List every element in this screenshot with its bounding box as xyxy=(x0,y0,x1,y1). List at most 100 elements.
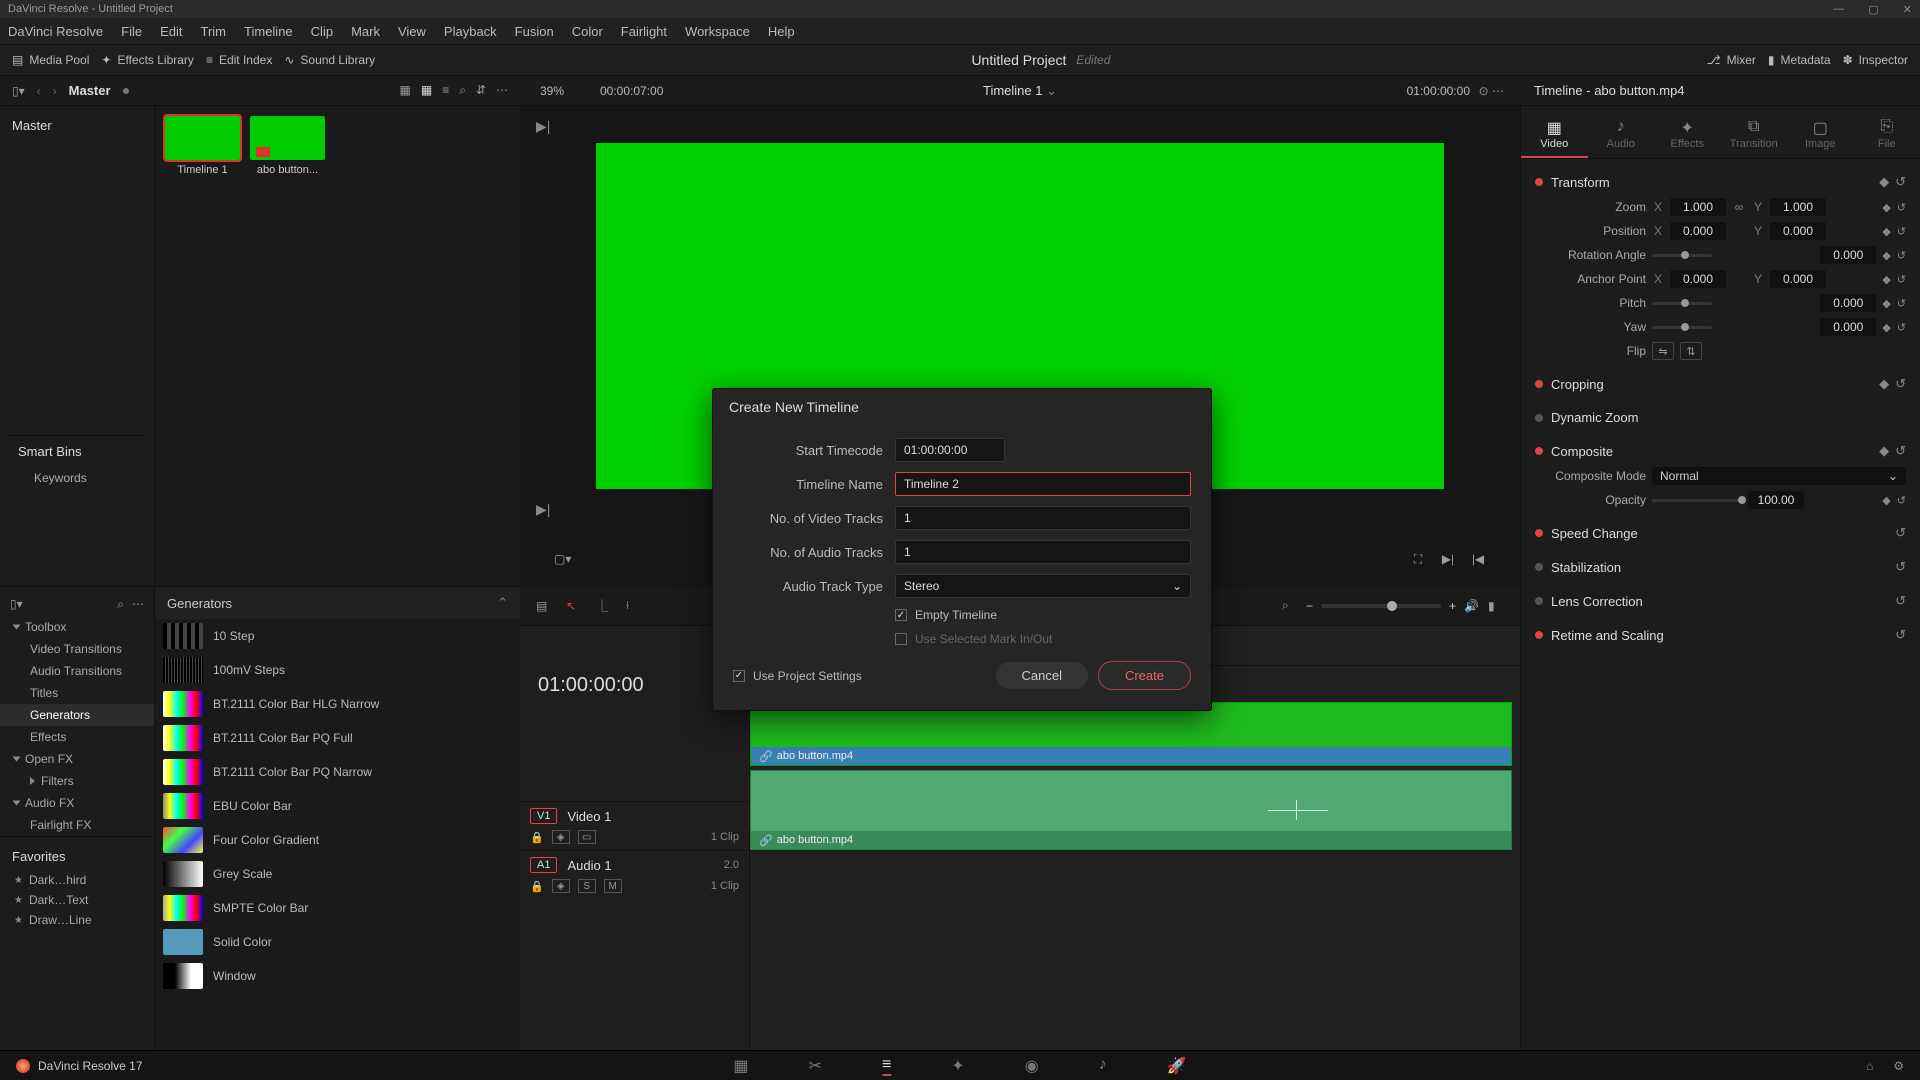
opacity-slider[interactable] xyxy=(1652,499,1742,502)
thumb-list-icon[interactable]: ≡ xyxy=(442,83,449,98)
collapse-icon[interactable]: ⌃ xyxy=(497,595,508,611)
generator-item[interactable]: 10 Step xyxy=(155,619,520,653)
clip-timeline-1[interactable]: Timeline 1 xyxy=(165,116,240,176)
tab-video[interactable]: ▦Video xyxy=(1521,112,1588,158)
anchor-x-input[interactable]: 0.000 xyxy=(1670,270,1726,288)
edit-index-button[interactable]: ≡Edit Index xyxy=(206,53,272,67)
cropping-header[interactable]: Cropping xyxy=(1551,377,1604,392)
stabilization-header[interactable]: Stabilization xyxy=(1551,560,1621,575)
clip-abo-button[interactable]: abo button... xyxy=(250,116,325,176)
transform-header[interactable]: Transform xyxy=(1551,175,1610,190)
prev-edit-button[interactable]: ▶| xyxy=(1440,552,1456,566)
fav-item[interactable]: ★Draw…Line xyxy=(0,910,154,930)
lock-icon[interactable]: 🔒 xyxy=(530,880,544,893)
pos-y-input[interactable]: 0.000 xyxy=(1770,222,1826,240)
lens-header[interactable]: Lens Correction xyxy=(1551,594,1643,609)
menu-help[interactable]: Help xyxy=(768,24,795,39)
rotation-input[interactable]: 0.000 xyxy=(1820,246,1876,264)
page-deliver[interactable]: 🚀 xyxy=(1167,1056,1187,1076)
bin-view-button[interactable]: ▯▾ xyxy=(12,84,25,98)
video-track-header[interactable]: V1Video 1 🔒◈▭1 Clip xyxy=(520,801,749,850)
first-frame-button[interactable]: ▶| xyxy=(536,118,1504,135)
audio-transitions[interactable]: Audio Transitions xyxy=(0,660,154,682)
auto-select-icon[interactable]: ◈ xyxy=(552,879,570,893)
composite-mode-select[interactable]: Normal⌄ xyxy=(1652,467,1906,485)
pos-x-input[interactable]: 0.000 xyxy=(1670,222,1726,240)
audio-tracks-input[interactable]: 1 xyxy=(895,540,1191,564)
bin-master[interactable]: Master xyxy=(8,116,146,135)
close-button[interactable]: ✕ xyxy=(1903,3,1912,16)
zoom-slider[interactable] xyxy=(1321,604,1441,608)
timeline-name[interactable]: Timeline 1 ⌄ xyxy=(983,83,1057,99)
thumb-grid-icon[interactable]: ▦ xyxy=(421,83,432,98)
menu-workspace[interactable]: Workspace xyxy=(685,24,750,39)
auto-select-icon[interactable]: ◈ xyxy=(552,830,570,844)
timeline-name-input[interactable]: Timeline 2 xyxy=(895,472,1191,496)
generator-item[interactable]: Window xyxy=(155,959,520,993)
speed-header[interactable]: Speed Change xyxy=(1551,526,1638,541)
mixer-button[interactable]: ⎇Mixer xyxy=(1707,53,1756,67)
dynamic-zoom-header[interactable]: Dynamic Zoom xyxy=(1551,410,1638,425)
settings-button[interactable]: ⚙ xyxy=(1893,1059,1904,1073)
page-color[interactable]: ◉ xyxy=(1025,1056,1039,1076)
menu-davinci[interactable]: DaVinci Resolve xyxy=(8,24,103,39)
reset-icon[interactable]: ↺ xyxy=(1895,174,1906,190)
viewer-options-icon[interactable]: ⊙ ⋯ xyxy=(1479,84,1504,98)
link-icon[interactable]: ∞ xyxy=(1732,200,1746,214)
thumb-small-icon[interactable]: ▦ xyxy=(400,83,411,98)
home-button[interactable]: ⌂ xyxy=(1866,1059,1873,1073)
lock-icon[interactable]: 🔒 xyxy=(530,831,544,844)
zoom-y-input[interactable]: 1.000 xyxy=(1770,198,1826,216)
fav-item[interactable]: ★Dark…Text xyxy=(0,890,154,910)
generator-item[interactable]: Grey Scale xyxy=(155,857,520,891)
flip-h-button[interactable]: ⇋ xyxy=(1652,342,1674,360)
more-icon[interactable]: ⋯ xyxy=(496,83,508,98)
yaw-slider[interactable] xyxy=(1652,326,1712,329)
pitch-input[interactable]: 0.000 xyxy=(1820,294,1876,312)
fx-search-icon[interactable]: ⌕ xyxy=(117,597,124,612)
fx-more-icon[interactable]: ⋯ xyxy=(132,597,144,612)
page-fusion[interactable]: ✦ xyxy=(951,1056,964,1076)
create-button[interactable]: Create xyxy=(1098,661,1191,690)
generator-item[interactable]: BT.2111 Color Bar HLG Narrow xyxy=(155,687,520,721)
search-icon[interactable]: ⌕ xyxy=(459,83,466,98)
generator-item[interactable]: BT.2111 Color Bar PQ Narrow xyxy=(155,755,520,789)
trim-tool[interactable]: ⎿ xyxy=(596,597,612,614)
menu-timeline[interactable]: Timeline xyxy=(244,24,293,39)
keyframe-icon[interactable]: ◆ xyxy=(1879,174,1889,190)
page-fairlight[interactable]: ♪ xyxy=(1099,1056,1107,1076)
viewer-zoom[interactable]: 39% xyxy=(540,84,564,98)
toolbox-node[interactable]: Toolbox xyxy=(0,616,154,638)
maximize-button[interactable]: ▢ xyxy=(1868,3,1878,16)
view-mode-icon[interactable]: ▢▾ xyxy=(554,552,570,566)
zoom-in-button[interactable]: + xyxy=(1449,599,1456,613)
media-pool-button[interactable]: ▤Media Pool xyxy=(12,53,89,67)
options-icon[interactable]: ▮ xyxy=(1488,599,1504,613)
video-clip[interactable]: 🔗abo button.mp4 xyxy=(750,702,1512,766)
sound-library-button[interactable]: ∿Sound Library xyxy=(284,53,375,67)
mute-button[interactable]: M xyxy=(604,879,622,893)
menu-edit[interactable]: Edit xyxy=(160,24,182,39)
fav-item[interactable]: ★Dark…hird xyxy=(0,870,154,890)
use-project-settings-checkbox[interactable]: ✓Use Project Settings xyxy=(733,669,862,683)
tab-file[interactable]: ⎘File xyxy=(1854,112,1920,158)
fairlight-fx[interactable]: Fairlight FX xyxy=(0,814,154,836)
smart-bin-keywords[interactable]: Keywords xyxy=(8,467,146,489)
blade-tool[interactable]: ⟊ xyxy=(626,598,642,613)
menu-mark[interactable]: Mark xyxy=(351,24,380,39)
generator-item[interactable]: BT.2111 Color Bar PQ Full xyxy=(155,721,520,755)
yaw-input[interactable]: 0.000 xyxy=(1820,318,1876,336)
menu-file[interactable]: File xyxy=(121,24,142,39)
zoom-out-button[interactable]: − xyxy=(1306,599,1313,613)
page-edit[interactable]: ≡ xyxy=(882,1056,891,1076)
inspector-button[interactable]: ✽Inspector xyxy=(1843,53,1908,67)
tab-transition[interactable]: ⧉Transition xyxy=(1721,112,1788,158)
pitch-slider[interactable] xyxy=(1652,302,1712,305)
full-extent-icon[interactable]: ⛶ xyxy=(1410,552,1426,567)
menu-fairlight[interactable]: Fairlight xyxy=(621,24,667,39)
menu-color[interactable]: Color xyxy=(572,24,603,39)
nav-fwd-button[interactable]: › xyxy=(53,84,57,98)
disable-icon[interactable]: ▭ xyxy=(578,830,596,844)
sort-icon[interactable]: ⇵ xyxy=(476,83,486,98)
fx-panel-toggle[interactable]: ▯▾ xyxy=(10,597,23,612)
